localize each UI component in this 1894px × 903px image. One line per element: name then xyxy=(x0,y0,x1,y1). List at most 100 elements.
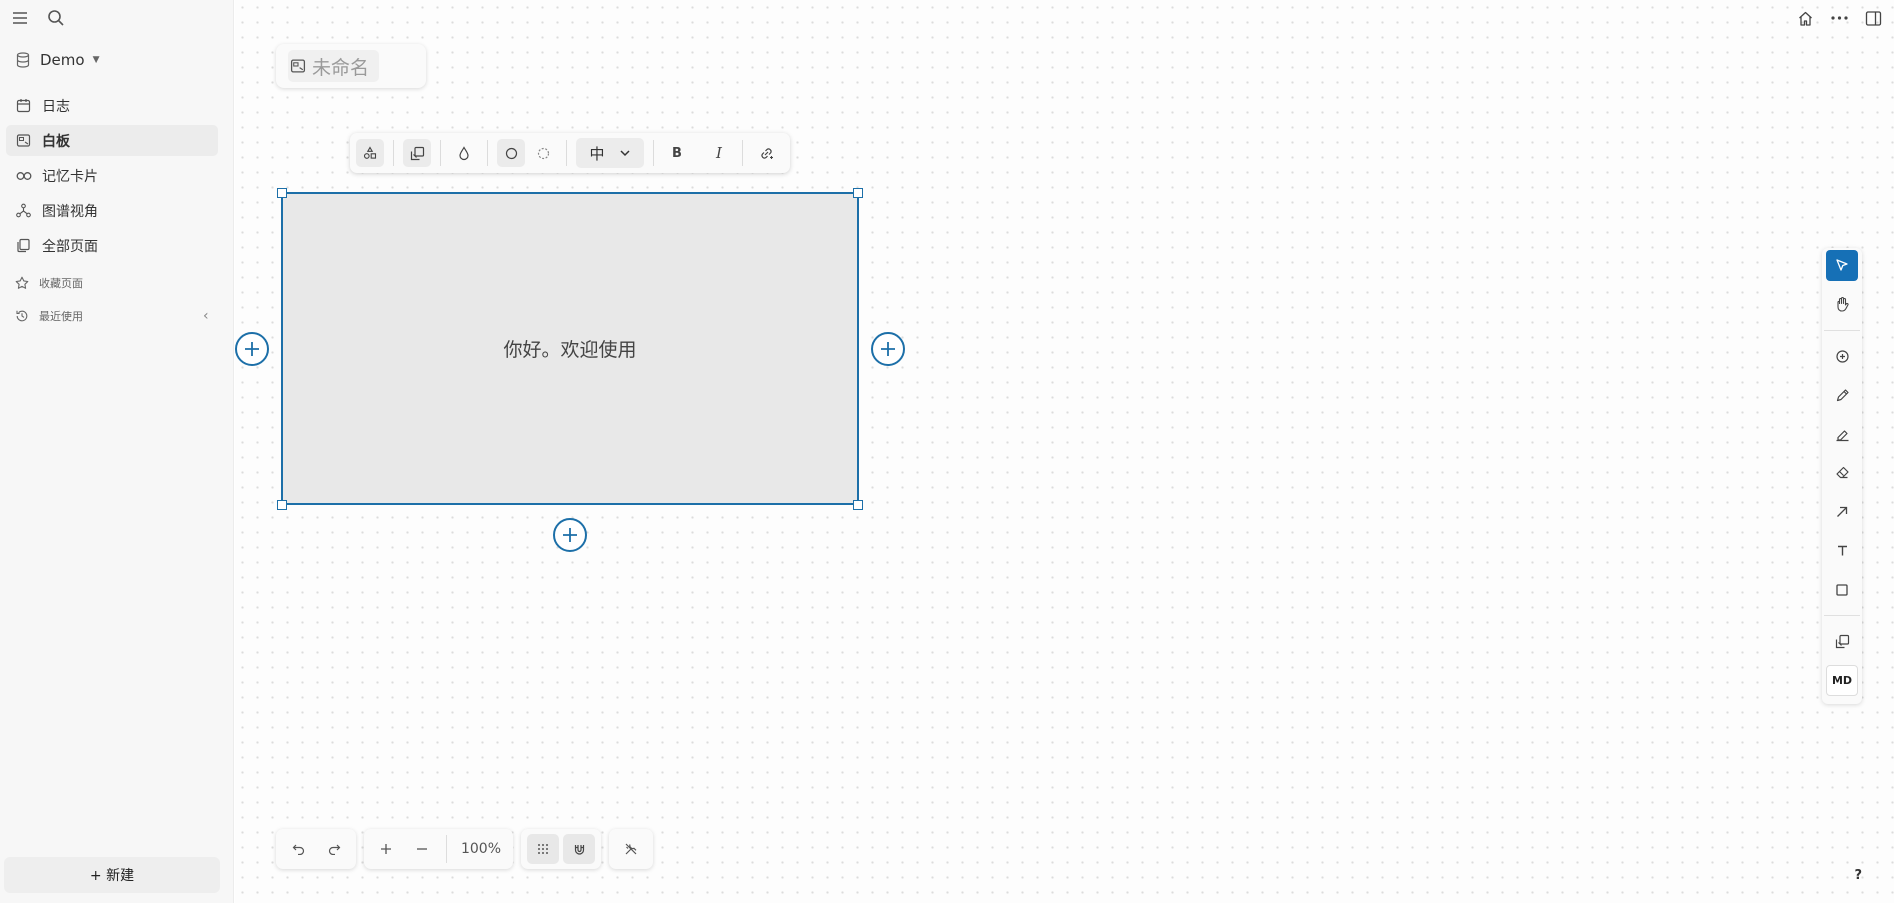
pointer-icon xyxy=(1836,259,1848,272)
select-tool[interactable] xyxy=(1826,250,1858,281)
right-sidebar-toggle[interactable] xyxy=(1858,6,1888,30)
redo-icon xyxy=(328,844,340,855)
font-size-select[interactable]: 中 xyxy=(576,138,644,168)
droplet-icon xyxy=(459,145,469,160)
divider xyxy=(742,140,743,166)
zoom-level[interactable]: 100% xyxy=(455,841,507,857)
home-icon xyxy=(1798,11,1812,26)
italic-button[interactable]: I xyxy=(705,139,733,167)
text-tool[interactable] xyxy=(1826,535,1858,566)
hand-icon xyxy=(1836,297,1849,312)
color-button[interactable] xyxy=(450,139,478,167)
divider xyxy=(566,140,567,166)
zoom-in-button[interactable] xyxy=(370,834,402,864)
sidebar-item-whiteboards[interactable]: 白板 xyxy=(6,125,218,156)
link-add-icon xyxy=(760,147,773,159)
calendar-icon xyxy=(15,97,32,114)
add-node-left-button[interactable] xyxy=(235,332,269,366)
sidebar-item-all-pages[interactable]: 全部页面 xyxy=(6,230,218,261)
bottom-toolbar: 100% xyxy=(276,829,653,869)
whiteboard-title[interactable]: 未命名 xyxy=(276,44,426,88)
pages-icon xyxy=(15,237,32,254)
graph-icon xyxy=(15,202,32,219)
circle-icon xyxy=(505,147,517,159)
sidebar-item-flashcards[interactable]: 记忆卡片 xyxy=(6,160,218,191)
title-input-wrap: 未命名 xyxy=(288,50,380,82)
more-horizontal-icon xyxy=(1830,16,1848,20)
title-placeholder[interactable]: 未命名 xyxy=(312,53,369,80)
shape-format-toolbar: 中 B I xyxy=(350,133,790,173)
chevron-left-icon[interactable]: ‹ xyxy=(203,308,209,324)
convert-shape-tool[interactable] xyxy=(1826,626,1858,657)
link-button[interactable] xyxy=(752,139,780,167)
portal-tool[interactable] xyxy=(1826,341,1858,372)
undo-button[interactable] xyxy=(282,834,314,864)
caret-down-icon: ▼ xyxy=(92,55,100,65)
add-node-bottom-button[interactable] xyxy=(553,518,587,552)
recent-section[interactable]: 最近使用 ‹ xyxy=(15,308,209,324)
left-sidebar: Demo ▼ 日志 白板 记忆卡片 图谱视角 全部页面 收藏页面 最近使用 ‹ … xyxy=(0,0,234,903)
text-icon xyxy=(1837,546,1847,556)
pencil-icon xyxy=(1836,389,1849,401)
sidebar-item-journals[interactable]: 日志 xyxy=(6,90,218,121)
grid-group xyxy=(521,829,601,869)
add-node-right-button[interactable] xyxy=(871,332,905,366)
sidebar-right-icon xyxy=(1865,10,1881,26)
header-actions xyxy=(1790,6,1888,30)
shape-type-button[interactable] xyxy=(356,139,384,167)
help-button[interactable]: ? xyxy=(1854,868,1862,883)
rectangle-tool[interactable] xyxy=(1826,574,1858,605)
redo-button[interactable] xyxy=(318,834,350,864)
favorites-section[interactable]: 收藏页面 xyxy=(15,275,83,291)
connector-tool[interactable] xyxy=(1826,496,1858,527)
shape-text[interactable]: 你好。欢迎使用 xyxy=(503,335,636,362)
fill-solid-button[interactable] xyxy=(497,139,525,167)
minus-icon xyxy=(417,848,427,850)
zoom-out-button[interactable] xyxy=(406,834,438,864)
sidebar-item-label: 日志 xyxy=(42,98,70,115)
plus-icon xyxy=(381,844,391,854)
selected-rectangle-shape[interactable]: 你好。欢迎使用 xyxy=(281,192,859,505)
more-button[interactable] xyxy=(1824,6,1854,30)
plus-icon xyxy=(245,342,259,356)
new-page-button[interactable]: + 新建 xyxy=(4,857,220,893)
square-icon xyxy=(1836,584,1848,596)
eraser-tool[interactable] xyxy=(1826,458,1858,489)
sidebar-item-label: 图谱视角 xyxy=(42,203,98,220)
pencil-tool[interactable] xyxy=(1826,380,1858,411)
grid-toggle-button[interactable] xyxy=(527,834,559,864)
arrow-up-right-icon xyxy=(1837,506,1848,517)
favorites-label: 收藏页面 xyxy=(39,277,83,290)
undo-icon xyxy=(292,844,304,855)
graph-name: Demo xyxy=(40,51,85,69)
highlighter-tool[interactable] xyxy=(1826,419,1858,450)
bold-button[interactable]: B xyxy=(663,139,691,167)
tools-toggle-button[interactable] xyxy=(615,834,647,864)
pan-tool[interactable] xyxy=(1826,289,1858,320)
highlighter-icon xyxy=(1836,429,1848,441)
magnet-icon xyxy=(574,844,584,855)
copy-shape-icon xyxy=(1835,634,1849,649)
home-button[interactable] xyxy=(1790,6,1820,30)
resize-handle-bottom-right[interactable] xyxy=(853,500,863,510)
graph-selector[interactable]: Demo ▼ xyxy=(16,51,100,69)
divider xyxy=(1824,615,1860,617)
convert-shape-button[interactable] xyxy=(403,139,431,167)
divider xyxy=(393,140,394,166)
star-icon xyxy=(15,276,29,289)
resize-handle-top-right[interactable] xyxy=(853,188,863,198)
snap-toggle-button[interactable] xyxy=(563,834,595,864)
search-button[interactable] xyxy=(40,6,72,30)
sidebar-item-label: 白板 xyxy=(42,133,70,150)
resize-handle-top-left[interactable] xyxy=(277,188,287,198)
menu-toggle-button[interactable] xyxy=(4,6,36,30)
divider xyxy=(487,140,488,166)
sidebar-item-graph-view[interactable]: 图谱视角 xyxy=(6,195,218,226)
sidebar-item-label: 记忆卡片 xyxy=(42,168,98,185)
fill-none-button[interactable] xyxy=(529,139,557,167)
divider xyxy=(1824,329,1860,331)
copy-shape-icon xyxy=(410,146,424,160)
tools-off-icon xyxy=(625,843,637,855)
resize-handle-bottom-left[interactable] xyxy=(277,500,287,510)
markdown-tool[interactable]: MD xyxy=(1826,665,1858,696)
